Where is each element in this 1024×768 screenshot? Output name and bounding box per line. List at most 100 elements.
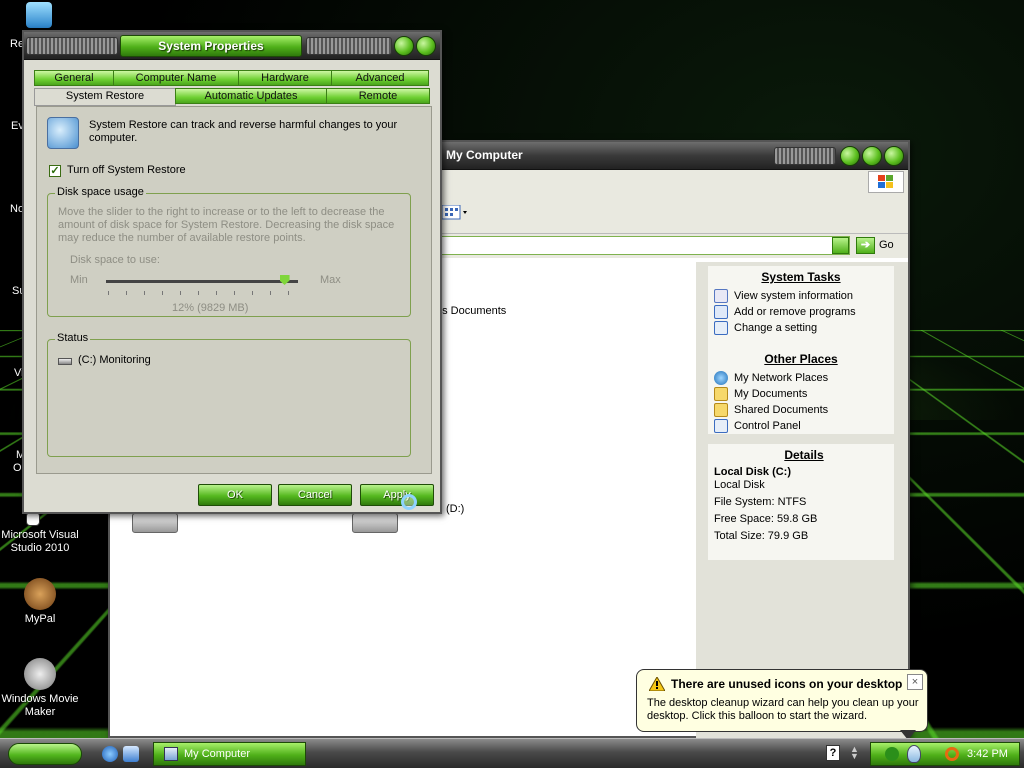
other-places-heading[interactable]: Other Places	[708, 352, 894, 366]
slider-value: 12% (9829 MB)	[172, 302, 249, 314]
folder-icon	[714, 403, 728, 417]
tray-expand-icon[interactable]: ▲ ▼	[850, 745, 860, 761]
desktop-icon-mypal[interactable]: MyPal	[0, 578, 80, 626]
minimize-button[interactable]	[840, 146, 860, 166]
computer-icon	[164, 747, 178, 761]
window-title: My Computer	[446, 148, 523, 162]
details-box: Details Local Disk (C:) Local Disk File …	[708, 444, 894, 560]
slider-thumb[interactable]	[279, 275, 290, 285]
place-network[interactable]: My Network Places	[708, 370, 894, 386]
network-places-icon	[714, 371, 728, 385]
tab-system-restore[interactable]: System Restore	[34, 88, 176, 106]
system-tasks-heading[interactable]: System Tasks	[708, 270, 894, 284]
desktop-icon-visual-studio[interactable]: Microsoft Visual Studio 2010	[0, 512, 80, 555]
mypal-icon	[24, 578, 56, 610]
quicklaunch-icon[interactable]	[123, 746, 139, 762]
film-reel-icon	[24, 658, 56, 690]
details-total-size: Total Size: 79.9 GB	[714, 530, 809, 542]
task-label: View system information	[734, 290, 854, 302]
desktop-icon-label-partial[interactable]: O	[13, 462, 22, 474]
system-tray: 3:42 PM	[870, 742, 1020, 766]
apply-button[interactable]: Apply	[360, 484, 434, 506]
system-restore-panel: System Restore can track and reverse har…	[36, 106, 432, 474]
task-add-remove-programs[interactable]: Add or remove programs	[708, 304, 894, 320]
recycle-bin-icon[interactable]	[26, 2, 52, 28]
close-button[interactable]	[416, 36, 436, 56]
tray-search-icon[interactable]	[945, 747, 959, 761]
disk-space-group: Disk space usage Move the slider to the …	[47, 186, 411, 317]
start-button[interactable]	[8, 743, 82, 765]
internet-explorer-icon[interactable]	[102, 746, 118, 762]
checkbox-label[interactable]: Turn off System Restore	[67, 164, 186, 176]
place-my-documents[interactable]: My Documents	[708, 386, 894, 402]
other-places-box: Other Places My Network Places My Docume…	[708, 348, 894, 434]
details-type: Local Disk	[714, 479, 765, 491]
close-button[interactable]	[884, 146, 904, 166]
hard-drive-icon[interactable]	[132, 513, 178, 533]
drive-icon[interactable]	[352, 513, 398, 533]
help-button[interactable]	[394, 36, 414, 56]
place-label: My Documents	[734, 388, 808, 400]
status-item[interactable]: (C:) Monitoring	[78, 354, 151, 366]
tab-automatic-updates[interactable]: Automatic Updates	[175, 88, 327, 104]
details-heading[interactable]: Details	[714, 448, 894, 462]
slider-max-label: Max	[320, 274, 341, 286]
system-tasks-box: System Tasks View system information Add…	[708, 266, 894, 350]
balloon-close-icon[interactable]: ×	[907, 674, 923, 690]
windows-logo-icon	[868, 171, 904, 193]
my-documents-icon	[714, 387, 728, 401]
dialog-title: System Properties	[120, 35, 302, 57]
go-label[interactable]: Go	[879, 239, 894, 251]
dialog-title-bar[interactable]: System Properties	[24, 32, 440, 60]
task-label: Change a setting	[734, 322, 818, 334]
taskbar-task-label: My Computer	[184, 748, 251, 760]
desktop-icon-label: Windows Movie Maker	[1, 693, 79, 718]
place-label: My Network Places	[734, 372, 829, 384]
task-view-system-information[interactable]: View system information	[708, 288, 894, 304]
cleanup-balloon[interactable]: There are unused icons on your desktop ×…	[636, 669, 928, 732]
title-grille	[774, 147, 836, 165]
tray-cleanup-icon[interactable]	[907, 745, 921, 763]
drive-d-label[interactable]: (D:)	[446, 503, 464, 515]
details-name: Local Disk (C:)	[714, 466, 792, 478]
details-free-space: Free Space: 59.8 GB	[714, 513, 818, 525]
maximize-button[interactable]	[862, 146, 882, 166]
turn-off-checkbox[interactable]: ✓	[49, 165, 61, 177]
disk-space-slider[interactable]	[106, 275, 298, 285]
system-restore-icon	[47, 117, 79, 149]
busy-cursor-icon	[401, 494, 417, 510]
help-icon[interactable]: ?	[826, 745, 840, 761]
shared-documents-label[interactable]: 's Documents	[440, 305, 506, 317]
tab-remote[interactable]: Remote	[326, 88, 430, 104]
tab-computer-name[interactable]: Computer Name	[113, 70, 239, 86]
tab-advanced[interactable]: Advanced	[331, 70, 429, 86]
place-shared-documents[interactable]: Shared Documents	[708, 402, 894, 418]
system-properties-dialog[interactable]: System Properties General Computer Name …	[22, 30, 442, 514]
clock: 3:42 PM	[967, 748, 1008, 760]
address-dropdown-button[interactable]	[832, 237, 849, 254]
balloon-title: There are unused icons on your desktop	[671, 677, 903, 691]
title-grille	[306, 37, 392, 55]
place-label: Shared Documents	[734, 404, 829, 416]
desktop-icon-label: Microsoft Visual Studio 2010	[1, 529, 79, 554]
tab-general[interactable]: General	[34, 70, 114, 86]
slider-ticks	[108, 291, 296, 295]
place-label: Control Panel	[734, 420, 801, 432]
tray-network-icon[interactable]	[885, 747, 899, 761]
tab-hardware[interactable]: Hardware	[238, 70, 332, 86]
desktop-icon-label: MyPal	[24, 613, 56, 625]
add-remove-icon	[714, 305, 728, 319]
status-legend: Status	[55, 332, 91, 344]
balloon-body: The desktop cleanup wizard can help you …	[647, 697, 919, 722]
cancel-button[interactable]: Cancel	[278, 484, 352, 506]
control-panel-icon	[714, 419, 728, 433]
address-input[interactable]	[440, 236, 850, 255]
desktop-icon-movie-maker[interactable]: Windows Movie Maker	[0, 658, 80, 719]
taskbar-my-computer[interactable]: My Computer	[153, 742, 306, 766]
task-change-setting[interactable]: Change a setting	[708, 320, 894, 336]
ok-button[interactable]: OK	[198, 484, 272, 506]
views-icon[interactable]	[441, 204, 470, 221]
go-arrow-icon[interactable]: ➔	[856, 237, 875, 254]
title-grille	[26, 37, 118, 55]
place-control-panel[interactable]: Control Panel	[708, 418, 894, 434]
